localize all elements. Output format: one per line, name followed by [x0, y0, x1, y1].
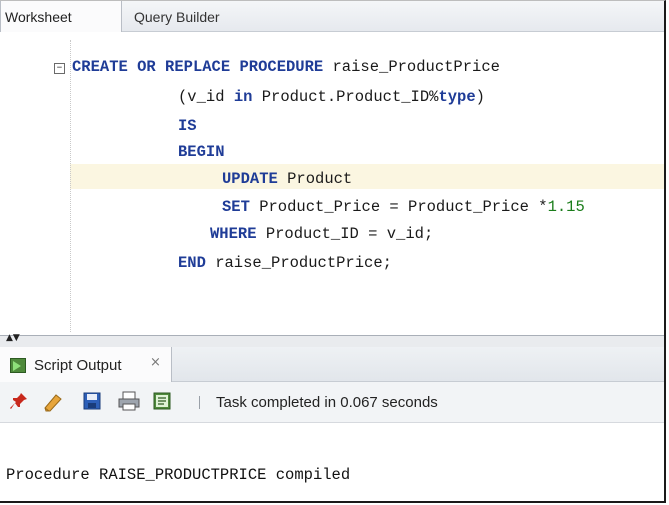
splitter-arrows-icon[interactable]: ▲▼	[6, 334, 20, 343]
code-line-2: (v_id in Product.Product_ID%type)	[178, 88, 485, 106]
print-icon[interactable]	[118, 391, 140, 411]
export-icon[interactable]	[152, 391, 172, 411]
script-icon	[10, 358, 26, 373]
code-line-8: END raise_ProductPrice;	[178, 254, 392, 272]
code-line-5: UPDATE Product	[222, 170, 353, 188]
pin-icon[interactable]	[9, 391, 29, 411]
tab-worksheet[interactable]: Worksheet	[0, 1, 122, 32]
sql-developer-window: Worksheet Query Builder − CREATE OR REPL…	[0, 0, 666, 503]
tab-script-output[interactable]: Script Output ×	[0, 347, 172, 382]
script-output-message: Procedure RAISE_PRODUCTPRICE compiled	[6, 466, 351, 484]
code-line-6: SET Product_Price = Product_Price *1.15	[222, 198, 585, 216]
output-tab-bar: Script Output ×	[0, 347, 664, 382]
fold-minus-icon[interactable]: −	[54, 63, 65, 74]
indent-guide	[70, 40, 71, 332]
eraser-icon[interactable]	[42, 391, 62, 412]
code-line-7: WHERE Product_ID = v_id;	[210, 225, 434, 243]
tab-query-builder[interactable]: Query Builder	[134, 1, 220, 31]
script-output-label: Script Output	[34, 357, 122, 374]
save-icon[interactable]	[82, 391, 102, 411]
close-icon[interactable]: ×	[150, 355, 161, 370]
task-status: Task completed in 0.067 seconds	[216, 394, 438, 411]
code-editor[interactable]: − CREATE OR REPLACE PROCEDURE raise_Prod…	[0, 32, 664, 335]
editor-tab-bar: Worksheet Query Builder	[0, 1, 664, 32]
code-line-3: IS	[178, 117, 197, 135]
output-toolbar: Task completed in 0.067 seconds	[0, 382, 664, 423]
toolbar-separator	[199, 396, 200, 409]
code-line-4: BEGIN	[178, 143, 225, 161]
current-line-highlight	[70, 164, 664, 189]
code-line-1: CREATE OR REPLACE PROCEDURE raise_Produc…	[72, 58, 500, 76]
